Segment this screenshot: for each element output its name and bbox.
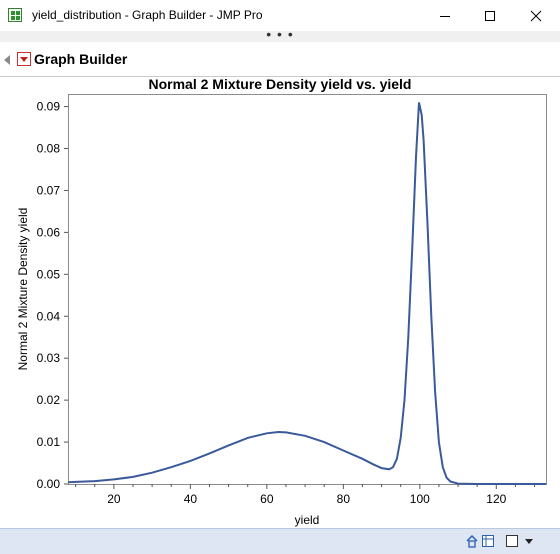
density-chart[interactable]: Normal 2 Mixture Density yield vs. yield… (0, 42, 560, 528)
x-tick-label: 40 (184, 492, 198, 506)
home-icon[interactable] (465, 533, 479, 549)
y-tick-label: 0.00 (37, 477, 61, 491)
y-tick-label: 0.07 (37, 183, 61, 197)
toolbar-strip[interactable]: • • • (0, 26, 560, 42)
dropdown-arrow-icon[interactable] (523, 533, 535, 549)
report-area: Graph Builder Normal 2 Mixture Density y… (0, 42, 560, 528)
y-axis-label: Normal 2 Mixture Density yield (16, 208, 30, 371)
y-axis: 0.00 0.01 0.02 0.03 0.04 0.05 0.06 0.07 0.08 0.09 (37, 100, 68, 491)
minimize-icon (440, 15, 450, 17)
x-tick-label: 120 (486, 492, 506, 506)
window-title: yield_distribution - Graph Builder - JMP… (32, 8, 263, 22)
y-tick-label: 0.01 (37, 435, 61, 449)
data-table-icon[interactable] (481, 533, 495, 549)
maximize-icon (485, 10, 495, 21)
x-tick-label: 100 (410, 492, 430, 506)
y-tick-label: 0.02 (37, 393, 61, 407)
y-tick-label: 0.03 (37, 351, 61, 365)
y-tick-label: 0.05 (37, 267, 61, 281)
y-tick-label: 0.08 (37, 142, 61, 156)
x-axis-label: yield (295, 513, 320, 527)
x-tick-label: 60 (260, 492, 274, 506)
close-icon (530, 10, 542, 21)
x-tick-label: 80 (337, 492, 351, 506)
chart-title: Normal 2 Mixture Density yield vs. yield (149, 76, 412, 92)
layout-select-icon[interactable] (505, 533, 519, 549)
x-axis: 20 40 60 80 100 120 (75, 484, 536, 506)
y-tick-label: 0.09 (37, 100, 61, 114)
y-tick-label: 0.06 (37, 225, 61, 239)
jmp-data-table-icon (8, 8, 22, 22)
x-tick-label: 20 (107, 492, 121, 506)
toolbar-ellipsis[interactable]: • • • (0, 26, 560, 42)
y-tick-label: 0.04 (37, 309, 61, 323)
plot-frame[interactable] (68, 94, 547, 485)
status-bar (0, 528, 560, 554)
